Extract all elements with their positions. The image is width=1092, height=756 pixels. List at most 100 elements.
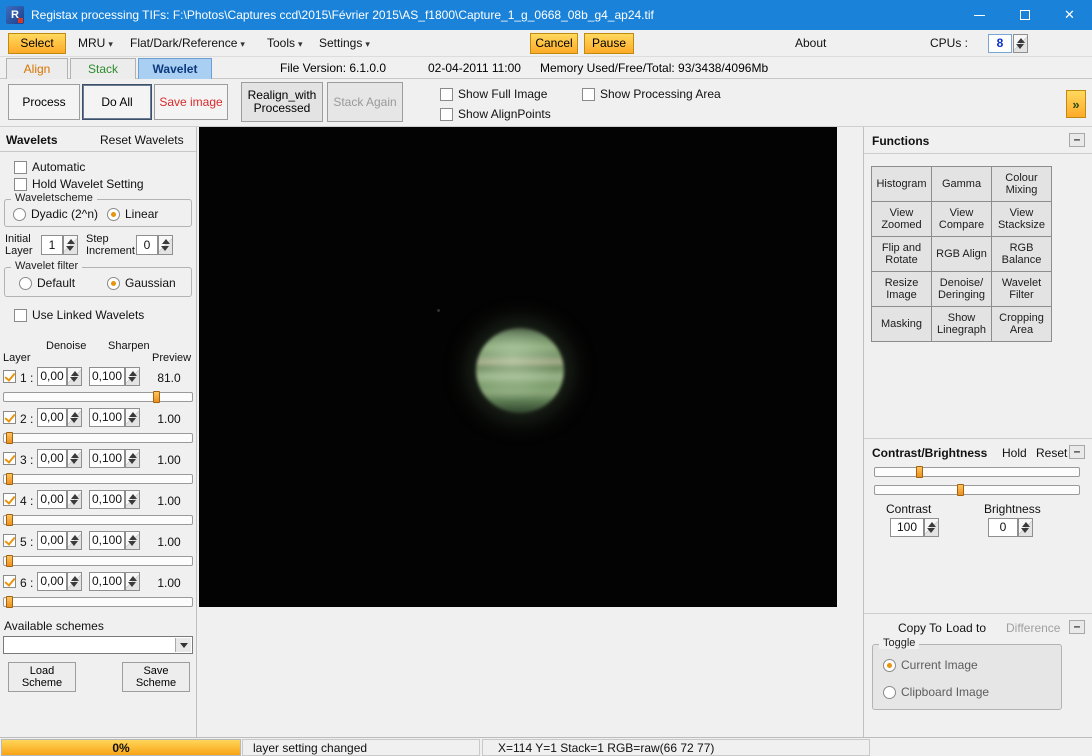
menu-settings[interactable]: Settings ▾ (319, 36, 370, 50)
slider-handle[interactable] (5, 596, 13, 608)
menu-about[interactable]: About (795, 36, 826, 50)
cpus-value[interactable]: 8 (988, 34, 1012, 53)
layer-4-checkbox[interactable] (3, 493, 16, 506)
denoise-deringing-button[interactable]: Denoise/ Deringing (931, 271, 992, 307)
layer-4-denoise-stepper[interactable] (67, 490, 82, 509)
save-image-button[interactable]: Save image (154, 84, 228, 120)
layer-6-denoise-stepper[interactable] (67, 572, 82, 591)
layer-6-denoise-input[interactable]: 0,00 (37, 572, 67, 591)
layer-6-slider[interactable] (3, 596, 193, 608)
layer-5-sharpen-input[interactable]: 0,100 (89, 531, 125, 550)
layer-4-sharpen-input[interactable]: 0,100 (89, 490, 125, 509)
close-button[interactable]: ✕ (1047, 0, 1092, 30)
pause-button[interactable]: Pause (584, 33, 634, 54)
show-full-image-checkbox[interactable]: Show Full Image (440, 87, 547, 101)
cpus-stepper[interactable] (1013, 34, 1028, 53)
layer-2-denoise-stepper[interactable] (67, 408, 82, 427)
reset-button[interactable]: Reset (1036, 446, 1067, 460)
cancel-button[interactable]: Cancel (530, 33, 578, 54)
slider-handle[interactable] (5, 432, 13, 444)
load-to-button[interactable]: Load to (946, 621, 986, 635)
layer-4-denoise-input[interactable]: 0,00 (37, 490, 67, 509)
slider-handle[interactable] (5, 555, 13, 567)
show-processing-area-checkbox[interactable]: Show Processing Area (582, 87, 721, 101)
layer-5-denoise-input[interactable]: 0,00 (37, 531, 67, 550)
minimize-button[interactable] (957, 0, 1002, 30)
step-increment-stepper[interactable] (158, 235, 173, 255)
layer-5-checkbox[interactable] (3, 534, 16, 547)
tab-wavelet[interactable]: Wavelet (138, 58, 212, 79)
image-canvas[interactable] (199, 127, 837, 607)
layer-5-denoise-stepper[interactable] (67, 531, 82, 550)
reset-wavelets-button[interactable]: Reset Wavelets (100, 133, 184, 147)
current-image-radio[interactable]: Current Image (883, 658, 978, 672)
layer-3-sharpen-input[interactable]: 0,100 (89, 449, 125, 468)
layer-2-checkbox[interactable] (3, 411, 16, 424)
contrast-slider[interactable] (874, 466, 1080, 478)
layer-6-sharpen-stepper[interactable] (125, 572, 140, 591)
clipboard-image-radio[interactable]: Clipboard Image (883, 685, 989, 699)
layer-5-sharpen-stepper[interactable] (125, 531, 140, 550)
hold-button[interactable]: Hold (1002, 446, 1027, 460)
chevron-down-icon[interactable] (175, 638, 191, 652)
initial-layer-input[interactable]: 1 (41, 235, 63, 255)
layer-3-slider[interactable] (3, 473, 193, 485)
automatic-checkbox[interactable]: Automatic (14, 160, 85, 174)
layer-1-denoise-stepper[interactable] (67, 367, 82, 386)
save-scheme-button[interactable]: Save Scheme (122, 662, 190, 692)
layer-1-sharpen-stepper[interactable] (125, 367, 140, 386)
cropping-area-button[interactable]: Cropping Area (991, 306, 1052, 342)
gamma-button[interactable]: Gamma (931, 166, 992, 202)
default-radio[interactable]: Default (19, 276, 75, 290)
show-alignpoints-checkbox[interactable]: Show AlignPoints (440, 107, 551, 121)
step-increment-input[interactable]: 0 (136, 235, 158, 255)
show-linegraph-button[interactable]: Show Linegraph (931, 306, 992, 342)
do-all-button[interactable]: Do All (82, 84, 152, 120)
contrast-stepper[interactable] (924, 518, 939, 537)
copy-to-button[interactable]: Copy To (898, 621, 942, 635)
histogram-button[interactable]: Histogram (871, 166, 932, 202)
resize-image-button[interactable]: Resize Image (871, 271, 932, 307)
schemes-combobox[interactable] (3, 636, 193, 654)
menu-flat-dark-reference[interactable]: Flat/Dark/Reference ▾ (130, 36, 245, 50)
rgb-align-button[interactable]: RGB Align (931, 236, 992, 272)
rgb-balance-button[interactable]: RGB Balance (991, 236, 1052, 272)
wavelet-filter-button[interactable]: Wavelet Filter (991, 271, 1052, 307)
layer-6-sharpen-input[interactable]: 0,100 (89, 572, 125, 591)
slider-handle[interactable] (915, 466, 923, 478)
masking-button[interactable]: Masking (871, 306, 932, 342)
brightness-slider[interactable] (874, 484, 1080, 496)
layer-2-sharpen-stepper[interactable] (125, 408, 140, 427)
layer-2-sharpen-input[interactable]: 0,100 (89, 408, 125, 427)
layer-3-sharpen-stepper[interactable] (125, 449, 140, 468)
layer-4-slider[interactable] (3, 514, 193, 526)
view-compare-button[interactable]: View Compare (931, 201, 992, 237)
colour-mixing-button[interactable]: Colour Mixing (991, 166, 1052, 202)
layer-3-denoise-input[interactable]: 0,00 (37, 449, 67, 468)
tab-stack[interactable]: Stack (70, 58, 136, 79)
process-button[interactable]: Process (8, 84, 80, 120)
layer-1-slider[interactable] (3, 391, 193, 403)
menu-mru[interactable]: MRU ▾ (78, 36, 113, 50)
select-button[interactable]: Select (8, 33, 66, 54)
expand-panel-button[interactable]: » (1066, 90, 1086, 118)
menu-tools[interactable]: Tools ▾ (267, 36, 303, 50)
slider-handle[interactable] (152, 391, 160, 403)
tab-align[interactable]: Align (6, 58, 68, 79)
copy-minimize-button[interactable]: – (1069, 620, 1085, 634)
slider-handle[interactable] (5, 473, 13, 485)
gaussian-radio[interactable]: Gaussian (107, 276, 176, 290)
brightness-input[interactable]: 0 (988, 518, 1018, 537)
flip-and-rotate-button[interactable]: Flip and Rotate (871, 236, 932, 272)
layer-1-sharpen-input[interactable]: 0,100 (89, 367, 125, 386)
view-zoomed-button[interactable]: View Zoomed (871, 201, 932, 237)
layer-2-denoise-input[interactable]: 0,00 (37, 408, 67, 427)
contrast-minimize-button[interactable]: – (1069, 445, 1085, 459)
layer-6-checkbox[interactable] (3, 575, 16, 588)
layer-3-checkbox[interactable] (3, 452, 16, 465)
layer-3-denoise-stepper[interactable] (67, 449, 82, 468)
linear-radio[interactable]: Linear (107, 207, 158, 221)
view-stacksize-button[interactable]: View Stacksize (991, 201, 1052, 237)
layer-1-checkbox[interactable] (3, 370, 16, 383)
dyadic-radio[interactable]: Dyadic (2^n) (13, 207, 98, 221)
